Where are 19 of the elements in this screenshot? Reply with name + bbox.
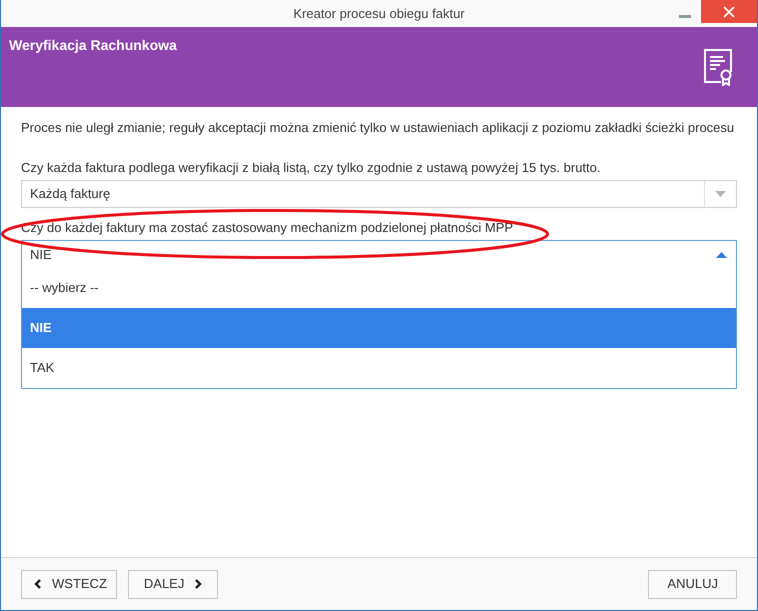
select-field[interactable]: Każdą fakturę [21,180,737,208]
caret-up-icon [716,252,727,258]
select-value: NIE [29,246,53,264]
info-text: Proces nie uległ zmianie; reguły akceptacji można zmienić tylko w ustawieniach aplikacji z poziomu zakładki ścieżki procesu [21,120,736,136]
window-title: Kreator procesu obiegu faktur [293,5,465,23]
dropdown-option[interactable]: NIE [22,308,736,348]
cancel-button[interactable]: ANULUJ [648,570,737,598]
header-title: Weryfikacja Rachunkowa [9,36,177,55]
chevron-left-icon [34,579,42,589]
close-button[interactable] [701,0,757,23]
close-icon [723,6,735,18]
next-button[interactable]: DALEJ [128,570,218,598]
back-button[interactable]: WSTECZ [21,570,117,598]
certificate-document-icon [703,48,733,86]
select-value: Każdą fakturę [29,185,112,204]
field-label: Czy każda faktura podlega weryfikacji z białą listą, czy tylko zgodnie z ustawą powyżej 15 tys. brutto. [21,160,602,176]
caret-down-icon [715,191,726,197]
select-field[interactable]: NIE [21,240,737,268]
chevron-right-icon [194,579,202,589]
